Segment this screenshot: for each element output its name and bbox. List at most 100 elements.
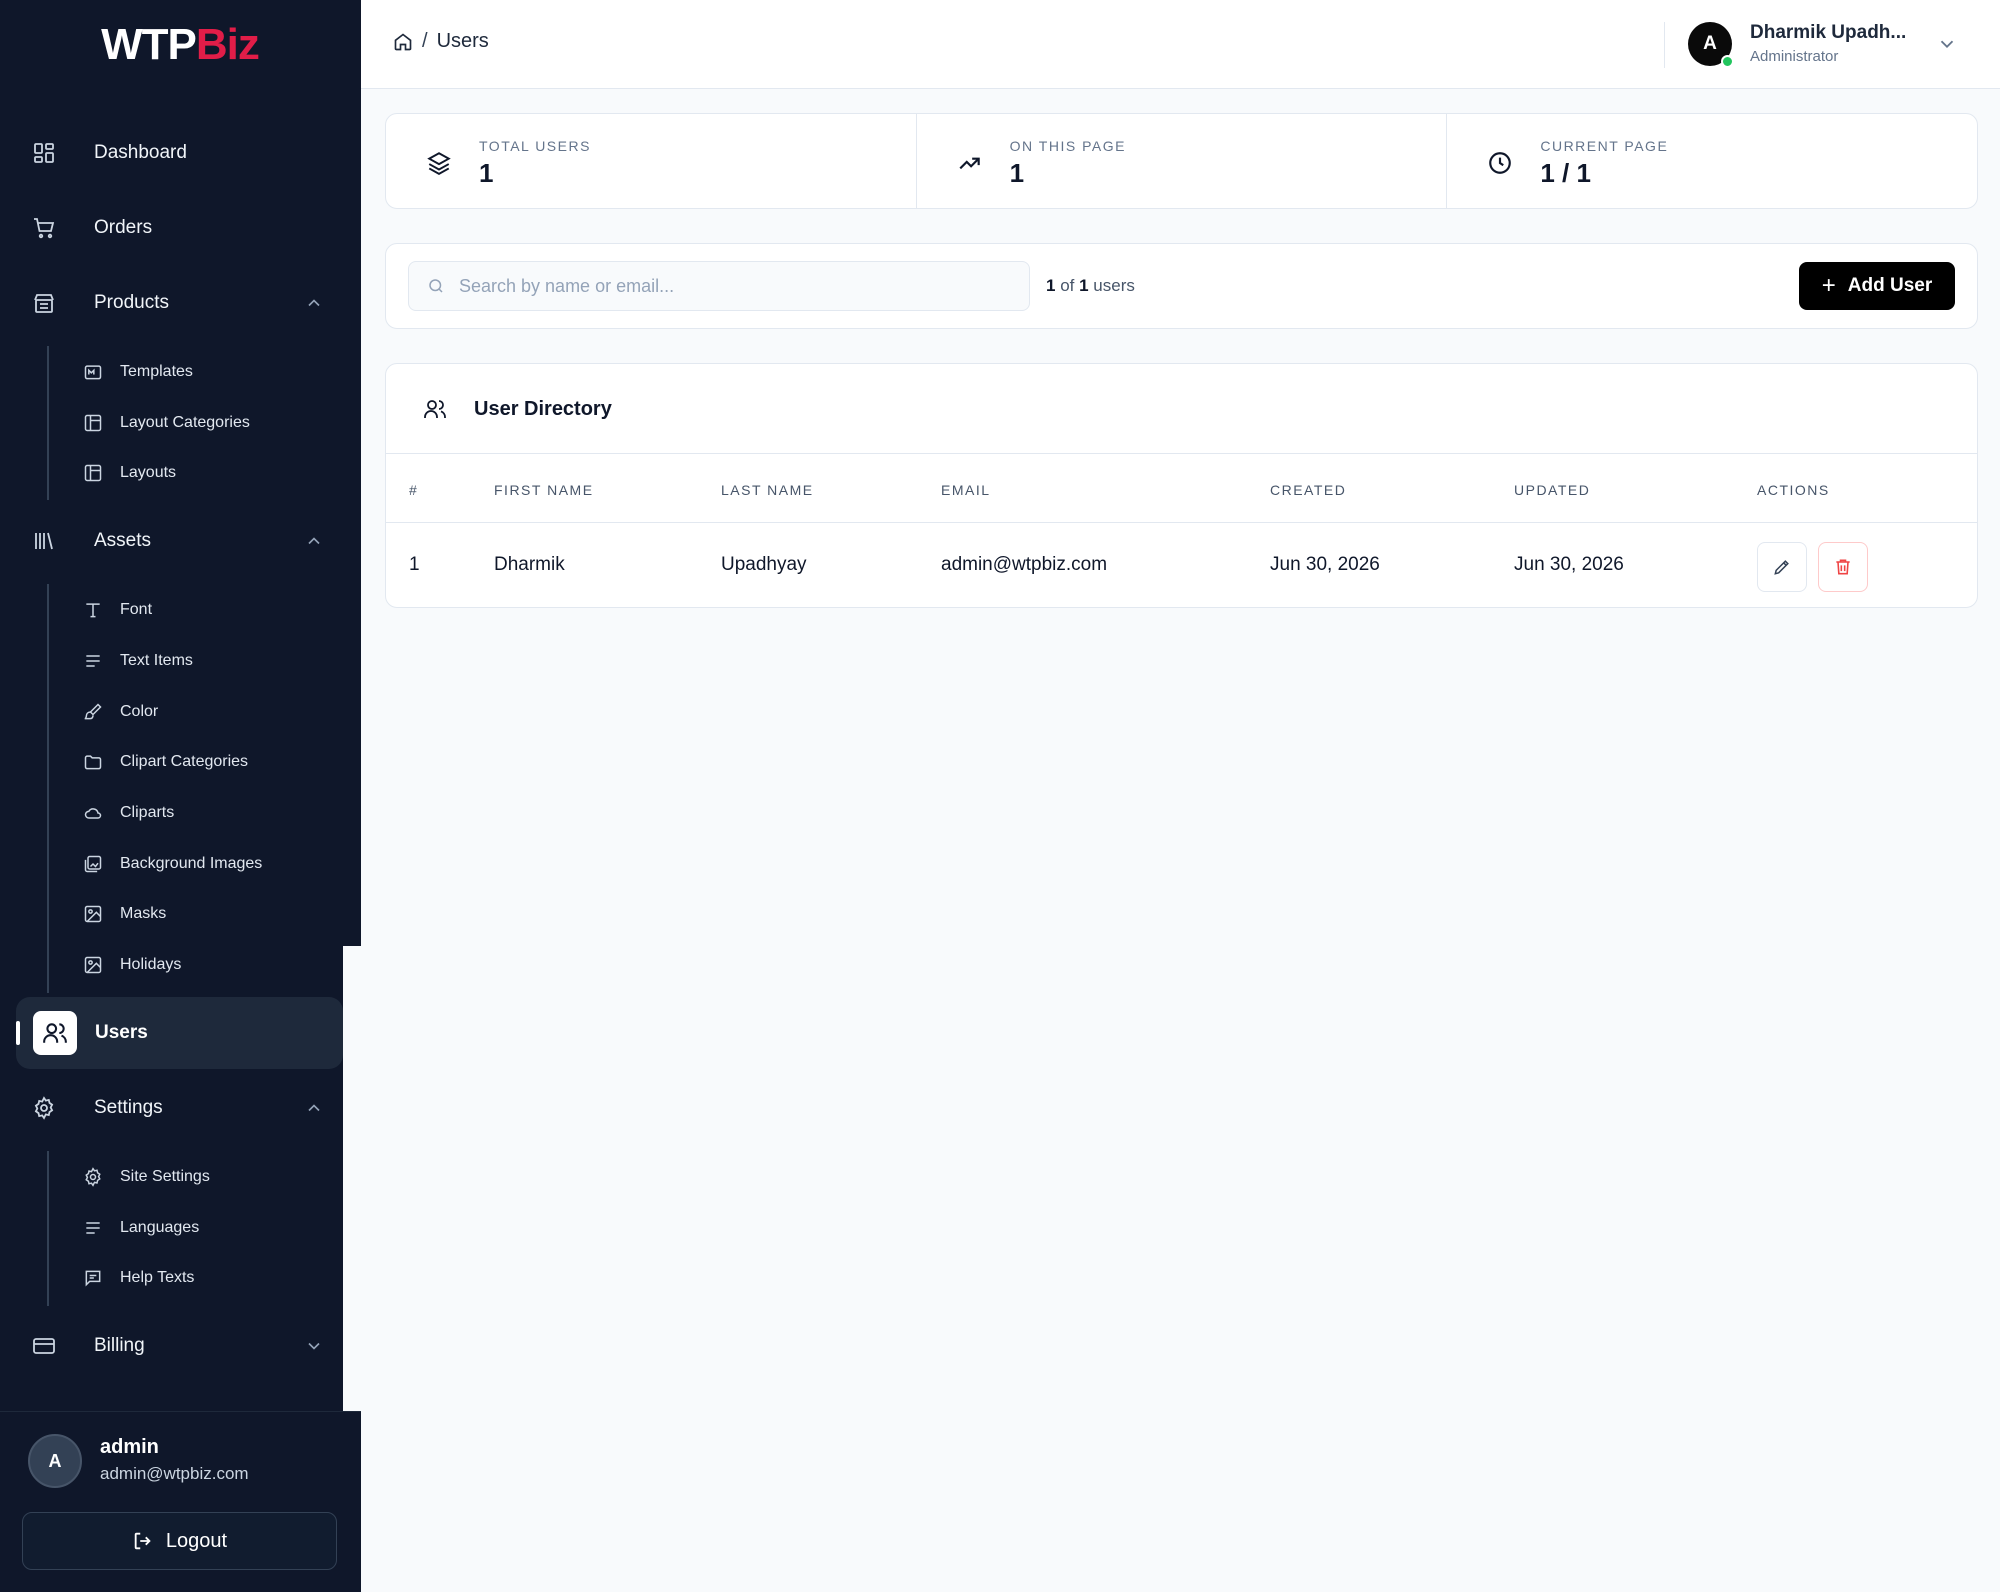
column-header[interactable]: UPDATED: [1514, 482, 1590, 498]
credit-card-icon: [30, 1332, 58, 1360]
search-box[interactable]: [408, 261, 1030, 311]
cell-created: Jun 30, 2026: [1270, 554, 1380, 575]
cloud-icon: [82, 802, 104, 824]
dashboard-icon: [30, 139, 58, 167]
sidebar-item-label: Products: [94, 292, 169, 313]
gear-icon: [30, 1094, 58, 1122]
search-icon: [429, 279, 443, 293]
sidebar-item-assets[interactable]: Assets: [30, 517, 330, 565]
sidebar-item-orders[interactable]: Orders: [30, 204, 152, 252]
folder-icon: [82, 751, 104, 773]
sidebar-item-label: Dashboard: [94, 142, 187, 163]
cart-icon: [30, 214, 58, 242]
sidebar-item-layout-categories[interactable]: Layout Categories: [82, 405, 250, 441]
sidebar-item-clipart-categories[interactable]: Clipart Categories: [82, 744, 248, 780]
sidebar-item-text-items[interactable]: Text Items: [82, 643, 193, 679]
users-toolbar: 1 of 1 users + Add User: [385, 243, 1978, 329]
sidebar-item-holidays[interactable]: Holidays: [82, 947, 181, 983]
user-name[interactable]: Dharmik Upadh...: [1750, 22, 1906, 44]
sidebar-item-label: Assets: [94, 530, 152, 551]
card-header: User Directory: [386, 364, 1977, 454]
store-icon: [30, 289, 58, 317]
logout-button[interactable]: Logout: [22, 1512, 337, 1570]
table-row[interactable]: 1 Dharmik Upadhyay admin@wtpbiz.com Jun …: [386, 524, 1977, 607]
online-status-dot: [1721, 55, 1734, 68]
cell-first-name: Dharmik: [494, 554, 565, 575]
trash-icon: [1836, 559, 1850, 575]
stat-current-page: CURRENT PAGE 1 / 1: [1447, 114, 1977, 208]
users-icon: [33, 1011, 77, 1055]
paintbrush-icon: [82, 701, 104, 723]
footer-user-name: admin: [100, 1436, 159, 1458]
text-lines-icon: [82, 1217, 104, 1239]
stat-total-users: TOTAL USERS 1: [386, 114, 917, 208]
sidebar-item-cliparts[interactable]: Cliparts: [82, 795, 174, 831]
sidebar-item-label: Settings: [94, 1097, 163, 1118]
sidebar-item-templates[interactable]: Templates: [82, 354, 193, 390]
layout-icon: [82, 462, 104, 484]
cell-index: 1: [409, 554, 420, 575]
search-input[interactable]: [459, 275, 979, 297]
cell-last-name: Upadhyay: [721, 554, 807, 575]
cell-updated: Jun 30, 2026: [1514, 554, 1624, 575]
edit-button[interactable]: [1757, 542, 1807, 592]
template-icon: [82, 361, 104, 383]
library-icon: [30, 527, 58, 555]
sidebar-item-label: Billing: [94, 1335, 145, 1356]
home-icon[interactable]: [393, 32, 413, 52]
avatar[interactable]: A: [28, 1434, 82, 1488]
chevron-down-icon: [308, 1342, 320, 1350]
sidebar-item-dashboard[interactable]: Dashboard: [30, 129, 187, 177]
sidebar-item-label: Orders: [94, 217, 153, 238]
results-count: 1 of 1 users: [1046, 276, 1135, 295]
delete-button[interactable]: [1818, 542, 1868, 592]
stats-bar: TOTAL USERS 1 ON THIS PAGE 1 CURRENT PAG…: [385, 113, 1978, 209]
sidebar-item-users[interactable]: Users: [16, 997, 343, 1069]
sidebar-item-settings[interactable]: Settings: [30, 1084, 330, 1132]
sidebar-item-color[interactable]: Color: [82, 694, 158, 730]
user-role: Administrator: [1750, 48, 1839, 65]
logout-icon: [134, 1532, 151, 1550]
stat-on-this-page: ON THIS PAGE 1: [917, 114, 1448, 208]
column-header[interactable]: LAST NAME: [721, 482, 814, 498]
type-icon: [82, 599, 104, 621]
plus-icon: +: [1821, 272, 1836, 299]
sidebar-item-font[interactable]: Font: [82, 592, 152, 628]
add-user-button[interactable]: + Add User: [1799, 262, 1955, 310]
layers-icon: [427, 152, 451, 175]
layout-icon: [82, 412, 104, 434]
submenu-guide: [47, 584, 49, 993]
sidebar-item-site-settings[interactable]: Site Settings: [82, 1159, 210, 1195]
sidebar-item-help-texts[interactable]: Help Texts: [82, 1260, 194, 1296]
image-edit-icon: [82, 954, 104, 976]
sidebar-item-languages[interactable]: Languages: [82, 1210, 199, 1246]
chevron-up-icon: [308, 537, 320, 545]
breadcrumb-current: Users: [436, 30, 489, 52]
active-indicator: [16, 1021, 20, 1045]
column-header[interactable]: FIRST NAME: [494, 482, 594, 498]
footer-user-email: admin@wtpbiz.com: [100, 1464, 249, 1483]
chevron-down-icon[interactable]: [1936, 33, 1958, 55]
sidebar-item-products[interactable]: Products: [30, 279, 330, 327]
sidebar-item-layouts[interactable]: Layouts: [82, 455, 176, 491]
top-header: / Users A Dharmik Upadh... Administrator: [361, 0, 2000, 89]
app-logo[interactable]: WTP Biz: [97, 18, 263, 72]
sidebar-item-masks[interactable]: Masks: [82, 896, 166, 932]
column-header[interactable]: EMAIL: [941, 482, 991, 498]
column-header: ACTIONS: [1757, 482, 1830, 498]
gear-icon: [82, 1166, 104, 1188]
cell-email: admin@wtpbiz.com: [941, 554, 1108, 575]
table-header: # FIRST NAME LAST NAME EMAIL CREATED UPD…: [386, 455, 1977, 523]
submenu-guide: [47, 1151, 49, 1306]
pencil-icon: [1774, 560, 1789, 575]
sidebar-item-billing[interactable]: Billing: [30, 1322, 330, 1370]
column-header[interactable]: #: [409, 482, 418, 498]
users-icon: [424, 400, 446, 418]
text-lines-icon: [82, 650, 104, 672]
trending-up-icon: [959, 157, 980, 170]
sidebar-item-background-images[interactable]: Background Images: [82, 846, 262, 882]
image-edit-icon: [82, 903, 104, 925]
chevron-up-icon: [308, 299, 320, 307]
chevron-up-icon: [308, 1104, 320, 1112]
column-header[interactable]: CREATED: [1270, 482, 1346, 498]
